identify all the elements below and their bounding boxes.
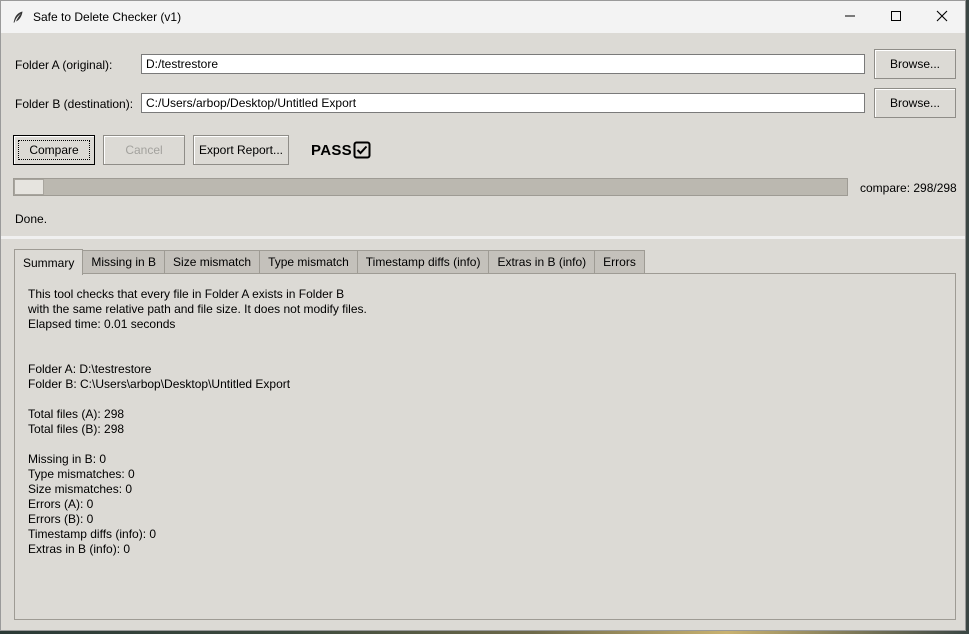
export-report-button[interactable]: Export Report...: [193, 135, 289, 165]
tab-size-mismatch[interactable]: Size mismatch: [164, 250, 261, 273]
tab-summary[interactable]: Summary: [14, 249, 84, 275]
minimize-icon: [844, 10, 856, 25]
result-label: PASS: [311, 142, 352, 159]
feather-icon: [11, 10, 25, 24]
checkbox-checked-icon: [353, 141, 371, 162]
maximize-button[interactable]: [873, 1, 919, 33]
folder-b-browse-button[interactable]: Browse...: [874, 88, 956, 118]
results-area: Summary Missing in B Size mismatch Type mis…: [1, 239, 965, 630]
folder-a-browse-button[interactable]: Browse...: [874, 49, 956, 79]
close-icon: [936, 10, 948, 25]
tab-type-mismatch[interactable]: Type mismatch: [259, 250, 358, 273]
folder-a-label: Folder A (original):: [15, 58, 113, 72]
folder-b-input[interactable]: C:/Users/arbop/Desktop/Untitled Export: [141, 93, 865, 113]
tab-errors[interactable]: Errors: [594, 250, 645, 273]
progress-fill: [14, 179, 44, 195]
window-title: Safe to Delete Checker (v1): [33, 10, 182, 24]
controls-area: Folder A (original): D:/testrestore Brow…: [1, 33, 965, 236]
tab-timestamp-diffs-info[interactable]: Timestamp diffs (info): [356, 250, 490, 273]
window-controls: [827, 1, 965, 33]
tab-bar: Summary Missing in B Size mismatch Type mis…: [14, 249, 645, 275]
summary-text: This tool checks that every file in Fold…: [28, 287, 367, 556]
progress-text: compare: 298/298: [860, 181, 957, 195]
app-window: Safe to Delete Checker (v1) Folder A (or…: [0, 0, 966, 631]
tab-extras-in-b-info[interactable]: Extras in B (info): [488, 250, 596, 273]
tab-missing-in-b[interactable]: Missing in B: [82, 250, 166, 273]
status-text: Done.: [15, 212, 48, 226]
maximize-icon: [890, 10, 902, 25]
minimize-button[interactable]: [827, 1, 873, 33]
summary-panel: This tool checks that every file in Fold…: [14, 273, 956, 620]
folder-b-label: Folder B (destination):: [15, 97, 134, 111]
folder-a-input[interactable]: D:/testrestore: [141, 54, 865, 74]
close-button[interactable]: [919, 1, 965, 33]
progress-bar: [13, 178, 848, 196]
cancel-button[interactable]: Cancel: [103, 135, 185, 165]
client-area: Folder A (original): D:/testrestore Brow…: [1, 33, 965, 630]
title-bar[interactable]: Safe to Delete Checker (v1): [1, 1, 965, 33]
compare-button[interactable]: Compare: [13, 135, 95, 165]
compare-button-label: Compare: [18, 140, 90, 160]
